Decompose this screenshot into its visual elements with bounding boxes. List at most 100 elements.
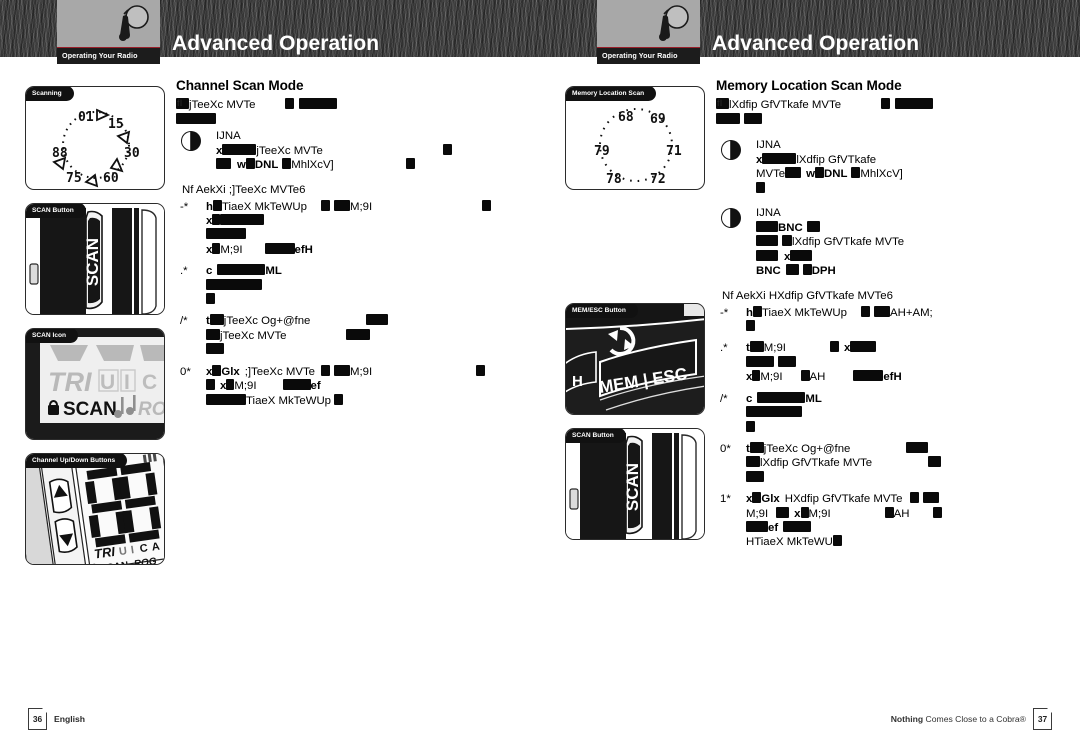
missing-glyph-block — [176, 113, 216, 125]
missing-glyph-block — [782, 235, 792, 247]
note-block: IJNA x lXdfip GfVTkafe MVTe w DNL MhlXcV] — [716, 138, 1051, 196]
missing-glyph-block — [749, 441, 764, 453]
step-line: x Glx HXdfip GfVTkafe MVTe — [746, 492, 1051, 506]
missing-glyph-block — [744, 113, 762, 125]
step-line: h TiaeX MkTeWUp AH+AM; — [746, 305, 1051, 320]
step-number: /* — [180, 315, 188, 328]
figure-memory-location-scan: Memory Location Scan 68 69 71 72 78 79 — [565, 86, 705, 190]
text-line: fl lXdfip GfVTkafe MVTe — [716, 98, 1051, 112]
missing-glyph-block — [212, 199, 222, 211]
figure-scan-icon: SCAN Icon TRI U I C SCAN R — [25, 328, 165, 440]
svg-text:ROG: ROG — [138, 399, 165, 420]
figure-body: H MEM | ESC — [566, 304, 704, 414]
text-line: x — [756, 249, 1051, 264]
missing-glyph-block — [829, 341, 839, 353]
missing-glyph-block — [756, 181, 765, 193]
missing-glyph-block — [321, 199, 330, 211]
missing-glyph-block — [206, 278, 262, 290]
missing-glyph-block — [785, 264, 799, 276]
text-run: AH+AM; — [890, 306, 933, 319]
step-number: /* — [720, 392, 728, 405]
step-line: x M;9I ef — [206, 379, 511, 393]
step-line: t M;9I x — [746, 341, 1051, 355]
text-run: M;9I — [808, 507, 831, 520]
figure-scan-button: SCAN Button SCAN — [565, 428, 705, 540]
step-number: 1* — [720, 493, 731, 506]
step-line: x — [206, 214, 511, 228]
missing-glyph-block — [746, 520, 768, 532]
step-line: ef — [746, 520, 1051, 535]
text-run: lXdfip GfVTkafe MVTe — [760, 457, 873, 470]
step-item: 0* x Glx ;]TeeXc MVTe M;9I x M;9I ef TiaeX MkTeW… — [176, 364, 511, 408]
missing-glyph-block — [756, 249, 778, 261]
missing-glyph-block — [906, 441, 929, 453]
text-run-bold: x — [794, 507, 801, 520]
text-run: M;9I — [234, 380, 257, 393]
steps-list: -* h TiaeX MkTeWUp M;9I x x M;9I efH .* c ML/* t jTe… — [176, 199, 511, 408]
text-run: M;9I — [746, 507, 769, 520]
missing-glyph-block — [800, 370, 810, 382]
step-number: .* — [180, 265, 188, 278]
missing-glyph-block — [746, 470, 764, 482]
figure-body: TRI U I C SCAN ROG — [26, 329, 164, 439]
missing-glyph-block — [334, 199, 350, 211]
missing-glyph-block — [861, 305, 870, 317]
text-run: M;9I — [760, 371, 783, 384]
missing-glyph-block — [746, 355, 774, 367]
svg-text:15: 15 — [108, 117, 124, 132]
manual-page-spread: Operating Your Radio Advanced Operation … — [0, 0, 1080, 756]
figure-body: SCAN — [566, 429, 704, 539]
text-run: M;9I — [350, 200, 373, 213]
text-line: lXdfip GfVTkafe MVTe — [756, 235, 1051, 249]
note-block-secondary: IJNA BNC lXdfip GfVTkafe MVTe x BNC DPH — [716, 206, 1051, 279]
svg-text:C: C — [142, 371, 157, 394]
step-line: lXdfip GfVTkafe MVTe — [746, 456, 1051, 470]
missing-glyph-block — [206, 393, 246, 405]
missing-glyph-block — [209, 314, 224, 326]
step-line: x M;9I AH efH — [746, 370, 1051, 384]
step-line — [206, 293, 511, 307]
footer-language-label: English — [54, 714, 86, 724]
footer-right: Nothing Comes Close to a Cobra® 37 — [891, 708, 1052, 730]
text-run: AH — [809, 371, 826, 384]
memory-dial-graphic: 68 69 71 72 78 79 — [594, 108, 682, 187]
steps-intro: Nf AekXi HXdfip GfVTkafe MVTe6 — [722, 289, 893, 302]
svg-text:TRI: TRI — [93, 544, 116, 562]
missing-glyph-block — [206, 379, 215, 391]
step-item: 0* t jTeeXc Og+@fne lXdfip GfVTkafe MVTe — [716, 441, 1051, 485]
text-line: BNC DPH — [756, 264, 1051, 278]
text-run: MhlXcV] — [291, 159, 334, 172]
text-run: M;9I — [350, 365, 373, 378]
missing-glyph-block — [752, 305, 762, 317]
steps-list: -* h TiaeX MkTeWUp AH+AM; .* t M;9I x x M;9I AH efH… — [716, 305, 1051, 550]
text-line — [716, 113, 1051, 127]
missing-glyph-block: fl — [176, 98, 189, 109]
step-line — [746, 320, 1051, 334]
steps-intro: Nf AekXi ;]TeeXc MVTe6 — [182, 183, 306, 196]
intro-paragraph-block: fl lXdfip GfVTkafe MVTe — [716, 98, 1051, 128]
tagline-rest: Comes Close to a Cobra® — [923, 714, 1026, 724]
text-run-bold: DNL — [824, 168, 848, 181]
missing-glyph-block — [222, 143, 257, 155]
figure-caption: SCAN Icon — [26, 329, 79, 343]
step-item: -* h TiaeX MkTeWUp M;9I x x M;9I efH — [176, 199, 511, 258]
svg-text:SCAN: SCAN — [623, 463, 642, 511]
missing-glyph-block — [895, 98, 934, 109]
step-item: .* c ML — [176, 264, 511, 307]
missing-glyph-block — [346, 328, 371, 340]
missing-glyph-block — [220, 214, 265, 226]
figure-body: TRI U I C A SCAN ROG Bluetooth — [26, 454, 164, 564]
text-line — [756, 181, 1051, 196]
page-number-badge: 37 — [1033, 708, 1052, 730]
svg-text:71: 71 — [666, 144, 682, 159]
step-line — [746, 355, 1051, 370]
missing-glyph-block — [285, 98, 295, 109]
missing-glyph-block — [752, 492, 762, 504]
missing-glyph-block — [217, 264, 266, 276]
note-block: IJNA x jTeeXc MVTe w DNL MhlXcV] — [176, 129, 511, 173]
missing-glyph-block — [264, 242, 295, 254]
svg-text:78: 78 — [606, 172, 622, 187]
content-column-left: Channel Scan Mode fl jTeeXc MVTe IJNA x jT… — [176, 78, 511, 415]
missing-glyph-block — [850, 341, 877, 353]
text-run: jTeeXc Og+@fne — [223, 315, 311, 328]
